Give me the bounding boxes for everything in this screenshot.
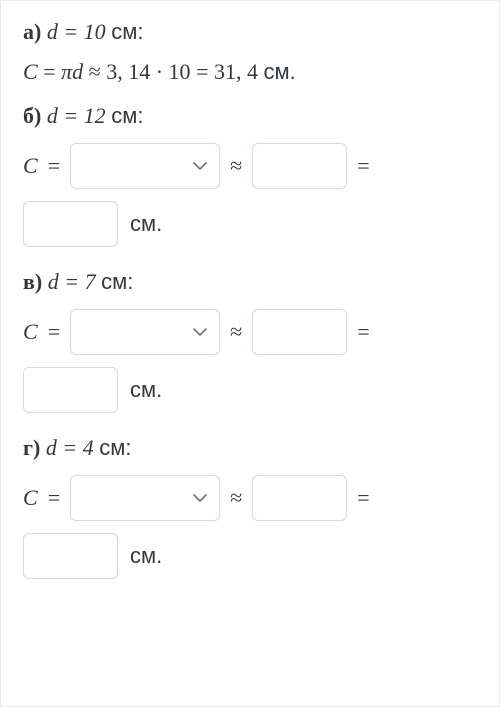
problem-g-lhs: C [23,485,38,511]
problem-g-approx-input[interactable] [252,475,347,521]
problem-b-given: d = 12 [47,103,106,128]
problem-b-unit: см. [130,211,162,237]
problem-g-header: г) d = 4 см: [23,435,477,461]
problem-a: а) d = 10 см: C = πd ≈ 3, 14 · 10 = 31, … [23,19,477,85]
problem-v-result-row: см. [23,367,477,413]
problem-b-equation: C = ≈ = [23,143,477,189]
chevron-down-icon [193,328,207,336]
problem-b-approx: ≈ [230,153,242,179]
problem-v-given: d = 7 [48,269,96,294]
problem-g-given: d = 4 [46,435,94,460]
problem-v-unit-hdr: см: [101,269,133,294]
problem-b: б) d = 12 см: C = ≈ = см. [23,103,477,247]
problem-b-result-row: см. [23,201,477,247]
problem-v-formula-select[interactable] [70,309,220,355]
problem-g: г) d = 4 см: C = ≈ = см. [23,435,477,579]
problem-v: в) d = 7 см: C = ≈ = см. [23,269,477,413]
problem-g-unit-hdr: см: [99,435,131,460]
problem-v-header: в) d = 7 см: [23,269,477,295]
problem-v-equation: C = ≈ = [23,309,477,355]
problem-v-lhs: C [23,319,38,345]
problem-g-approx: ≈ [230,485,242,511]
problem-b-approx-input[interactable] [252,143,347,189]
problem-v-eq1: = [48,319,60,345]
problem-v-approx-input[interactable] [252,309,347,355]
problem-v-eq2: = [357,319,369,345]
problem-b-eq2: = [357,153,369,179]
problem-v-approx: ≈ [230,319,242,345]
chevron-down-icon [193,494,207,502]
problem-b-lhs: C [23,153,38,179]
problem-b-label: б) [23,103,41,128]
problem-a-unit: см: [111,19,143,44]
problem-g-result-row: см. [23,533,477,579]
problem-g-equation: C = ≈ = [23,475,477,521]
problem-b-eq1: = [48,153,60,179]
problem-g-label: г) [23,435,40,460]
problem-g-eq2: = [357,485,369,511]
problem-a-given: d = 10 [47,19,106,44]
problem-g-formula-select[interactable] [70,475,220,521]
problem-b-result-input[interactable] [23,201,118,247]
problem-g-unit: см. [130,543,162,569]
problem-a-solution: C = πd ≈ 3, 14 · 10 = 31, 4 см. [23,59,477,85]
problem-b-unit-hdr: см: [111,103,143,128]
problem-a-label: а) [23,19,41,44]
problem-b-formula-select[interactable] [70,143,220,189]
chevron-down-icon [193,162,207,170]
problem-g-result-input[interactable] [23,533,118,579]
problem-a-header: а) d = 10 см: [23,19,477,45]
problem-g-eq1: = [48,485,60,511]
problem-v-result-input[interactable] [23,367,118,413]
problem-v-unit: см. [130,377,162,403]
problem-b-header: б) d = 12 см: [23,103,477,129]
problem-v-label: в) [23,269,42,294]
